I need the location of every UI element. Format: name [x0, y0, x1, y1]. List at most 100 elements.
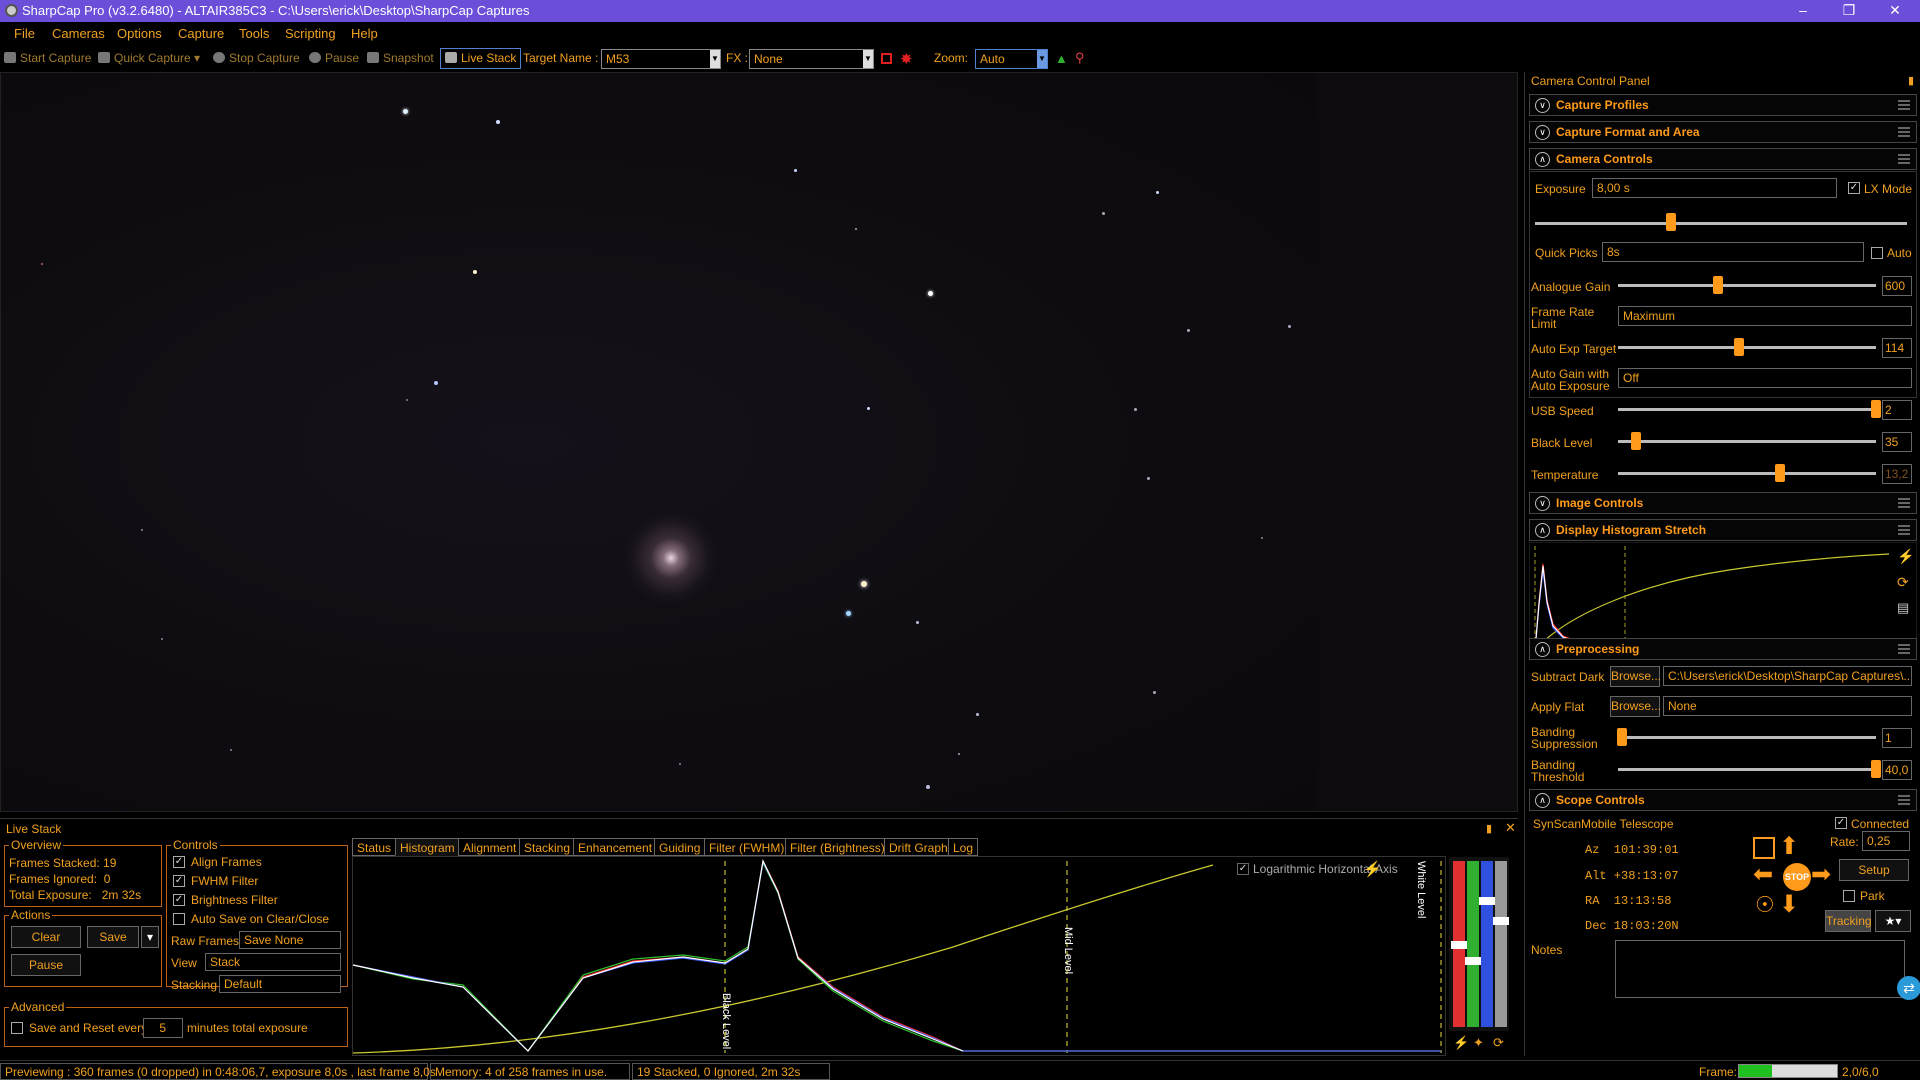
menu-icon[interactable]	[1898, 795, 1910, 805]
close-icon[interactable]: ✕	[1505, 820, 1516, 836]
usb-speed-value[interactable]: 2	[1882, 400, 1912, 420]
stack-histogram[interactable]: ✓ Logarithmic Horizontal Axis ⚡ Black Le…	[352, 856, 1509, 1056]
quick-picks-combo[interactable]: 8s	[1602, 242, 1864, 262]
restore-button[interactable]: ❐	[1826, 0, 1872, 22]
menu-icon[interactable]	[1898, 498, 1910, 508]
green-slider[interactable]	[1467, 861, 1479, 1027]
histogram-plot[interactable]	[353, 857, 1445, 1055]
stacking-combo[interactable]: Default	[219, 975, 341, 993]
tab-status[interactable]: Status	[352, 838, 397, 856]
view-combo[interactable]: Stack	[205, 953, 341, 971]
arrow-right-icon[interactable]: ➡	[1811, 860, 1831, 889]
save-reset-checkbox[interactable]	[11, 1022, 23, 1034]
usb-speed-thumb[interactable]	[1871, 400, 1881, 418]
menu-tools[interactable]: Tools	[239, 26, 269, 41]
auto-exp-target-value[interactable]: 114	[1882, 338, 1912, 358]
zoom-combo[interactable]: Auto ▼	[975, 49, 1048, 69]
browse-dark-button[interactable]: Browse...	[1610, 666, 1661, 687]
banding-threshold-slider[interactable]	[1618, 768, 1876, 771]
tab-guiding[interactable]: Guiding	[654, 838, 706, 856]
auto-gain-combo[interactable]: Off	[1618, 368, 1912, 388]
menu-file[interactable]: File	[14, 26, 35, 41]
reset-icon[interactable]: ⟳	[1493, 1035, 1504, 1051]
tab-alignment[interactable]: Alignment	[458, 838, 522, 856]
lx-mode-checkbox[interactable]: ✓	[1848, 182, 1860, 194]
tab-filter-brightness[interactable]: Filter (Brightness)	[785, 838, 890, 856]
luminance-slider[interactable]	[1495, 861, 1507, 1027]
tab-log[interactable]: Log	[948, 838, 979, 856]
apply-flat-combo[interactable]: None	[1663, 696, 1912, 716]
stop-button[interactable]: STOP	[1783, 863, 1811, 891]
tab-drift-graph[interactable]: Drift Graph	[884, 838, 953, 856]
rate-combo[interactable]: 0,25	[1862, 831, 1910, 851]
pause-button[interactable]: Pause	[309, 51, 359, 65]
park-checkbox[interactable]	[1843, 890, 1855, 902]
fx-combo[interactable]: None ▼	[749, 49, 874, 69]
banding-suppression-thumb[interactable]	[1617, 728, 1627, 746]
star-menu-button[interactable]: ★▾	[1875, 910, 1911, 932]
usb-speed-slider[interactable]	[1618, 408, 1876, 411]
analogue-gain-value[interactable]: 600	[1882, 276, 1912, 296]
save-options-button[interactable]: ▾	[141, 926, 159, 948]
black-level-slider[interactable]	[1618, 440, 1876, 443]
minutes-stepper[interactable]: 5	[143, 1018, 183, 1038]
connected-checkbox[interactable]: ✓	[1835, 817, 1847, 829]
color-balance-sliders[interactable]	[1449, 857, 1509, 1031]
exposure-slider-thumb[interactable]	[1666, 213, 1676, 231]
menu-scripting[interactable]: Scripting	[285, 26, 336, 41]
section-camera-controls[interactable]: ∧ Camera Controls	[1529, 148, 1917, 170]
minimize-button[interactable]: –	[1780, 0, 1826, 22]
histogram-icon[interactable]: ▲	[1055, 51, 1068, 66]
luminance-slider-thumb[interactable]	[1493, 917, 1509, 925]
auto-save-checkbox[interactable]	[173, 913, 185, 925]
menu-options[interactable]: Options	[117, 26, 162, 41]
arrow-left-icon[interactable]: ⬅	[1753, 860, 1773, 889]
snapshot-button[interactable]: Snapshot	[367, 51, 434, 65]
select-area-icon[interactable]	[881, 53, 892, 64]
goto-icon[interactable]	[1753, 837, 1775, 859]
menu-icon[interactable]	[1898, 525, 1910, 535]
pin-icon[interactable]: ▮	[1908, 74, 1914, 87]
section-scope-controls[interactable]: ∧ Scope Controls	[1529, 789, 1917, 811]
zoom-icon[interactable]: ⚲	[1075, 50, 1085, 66]
section-preprocessing[interactable]: ∧ Preprocessing	[1529, 638, 1917, 660]
auto-balance-icon[interactable]: ⚡	[1453, 1035, 1469, 1051]
white-level-marker[interactable]: White Level	[1415, 861, 1427, 918]
stop-capture-button[interactable]: Stop Capture	[213, 51, 300, 65]
live-stack-button[interactable]: Live Stack	[440, 48, 522, 69]
raw-frames-combo[interactable]: Save None	[239, 931, 341, 949]
target-icon[interactable]: ☉	[1755, 892, 1775, 918]
auto-exp-target-thumb[interactable]	[1734, 338, 1744, 356]
clear-button[interactable]: Clear	[11, 926, 81, 948]
close-button[interactable]: ✕	[1872, 0, 1918, 22]
pause-stack-button[interactable]: Pause	[11, 954, 81, 976]
arrow-down-icon[interactable]: ⬇	[1779, 890, 1799, 919]
banding-threshold-value[interactable]: 40,0	[1882, 760, 1912, 780]
tab-enhancement[interactable]: Enhancement	[573, 838, 658, 856]
menu-icon[interactable]	[1898, 100, 1910, 110]
auto-exp-target-slider[interactable]	[1618, 346, 1876, 349]
black-level-marker[interactable]: Black Level	[720, 993, 732, 1049]
banding-threshold-thumb[interactable]	[1871, 760, 1881, 778]
menu-icon[interactable]	[1898, 154, 1910, 164]
section-display-histogram[interactable]: ∧ Display Histogram Stretch	[1529, 519, 1917, 541]
exposure-slider[interactable]	[1535, 222, 1907, 225]
setup-button[interactable]: Setup	[1839, 859, 1909, 881]
auto-exposure-checkbox[interactable]	[1871, 247, 1883, 259]
red-slider-thumb[interactable]	[1451, 941, 1467, 949]
tracking-button[interactable]: Tracking	[1825, 910, 1872, 932]
fwhm-filter-checkbox[interactable]: ✓	[173, 875, 185, 887]
menu-cameras[interactable]: Cameras	[52, 26, 105, 41]
tab-histogram[interactable]: Histogram	[395, 838, 460, 856]
reset-icon[interactable]: ⟳	[1897, 574, 1909, 591]
menu-icon[interactable]	[1898, 127, 1910, 137]
save-button[interactable]: Save	[87, 926, 139, 948]
section-image-controls[interactable]: ∨ Image Controls	[1529, 492, 1917, 514]
browse-flat-button[interactable]: Browse...	[1610, 696, 1661, 717]
menu-icon[interactable]	[1898, 644, 1910, 654]
black-level-value[interactable]: 35	[1882, 432, 1912, 452]
black-level-thumb[interactable]	[1631, 432, 1641, 450]
log-axis-checkbox[interactable]: ✓	[1237, 863, 1249, 875]
analogue-gain-slider[interactable]	[1618, 284, 1876, 287]
tab-stacking[interactable]: Stacking	[519, 838, 576, 856]
